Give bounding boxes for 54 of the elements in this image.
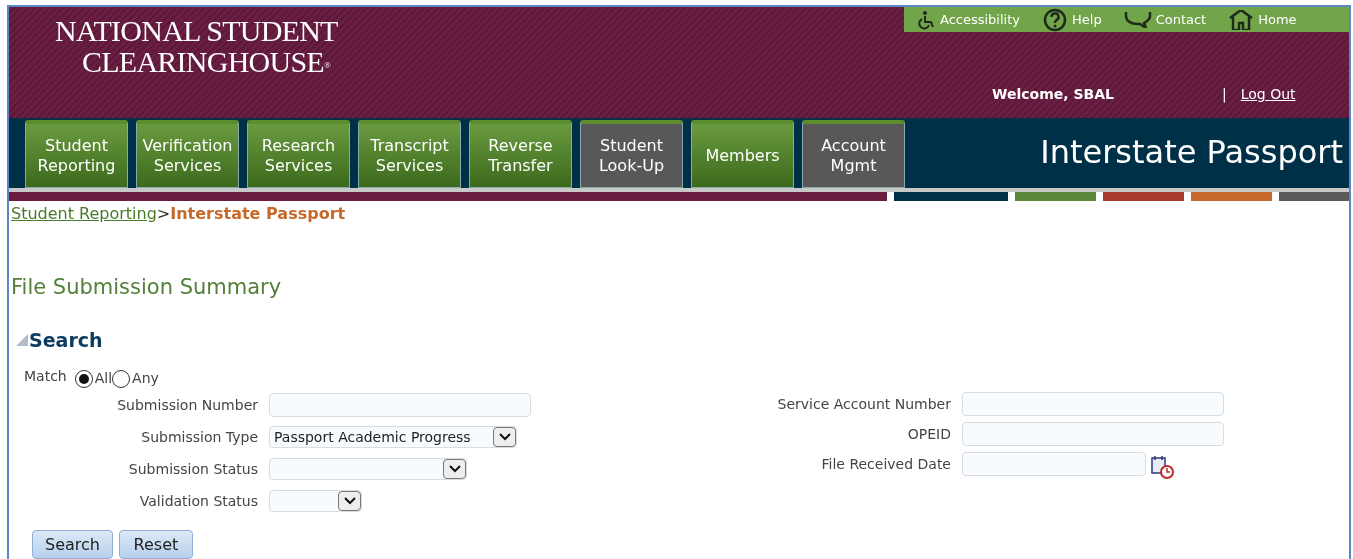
dropdown-field[interactable]: Passport Academic Progress: [269, 426, 517, 448]
nav-tab[interactable]: Members: [691, 120, 794, 188]
dropdown-value: Passport Academic Progress: [273, 427, 472, 447]
nav-tab[interactable]: Account Mgmt: [802, 120, 905, 188]
chevron-down-icon[interactable]: [443, 459, 466, 479]
radio-option[interactable]: All: [74, 368, 113, 389]
section-heading: Search: [29, 327, 103, 353]
field-label: OPEID: [906, 424, 952, 444]
logo-text: CLEARINGHOUSE$^{®}$: [81, 47, 332, 77]
nav-tab[interactable]: Student Reporting: [25, 120, 128, 188]
match-label: Match: [24, 367, 67, 386]
speech-bubble-icon: [1123, 11, 1152, 28]
chevron-down-icon[interactable]: [338, 491, 361, 511]
radio-option[interactable]: Any: [112, 368, 159, 389]
text-field[interactable]: [962, 422, 1224, 446]
dropdown-field[interactable]: [269, 458, 467, 480]
breadcrumb-current: Interstate Passport: [170, 204, 346, 224]
form-button[interactable]: Search: [32, 530, 113, 559]
color-stripe: [1279, 192, 1349, 201]
field-label: Service Account Number: [776, 394, 952, 414]
breadcrumb-separator: >: [156, 204, 171, 224]
text-field[interactable]: [962, 392, 1224, 416]
help-icon: [1042, 7, 1068, 32]
logo-text: NATIONAL STUDENT: [55, 15, 339, 47]
field-label: Submission Number: [116, 395, 259, 415]
nav-tab[interactable]: Research Services: [247, 120, 350, 188]
utility-link[interactable]: Accessibility: [916, 9, 1020, 30]
wheelchair-icon: [916, 9, 936, 30]
radio-button[interactable]: [112, 369, 131, 388]
separator-text: |: [1221, 85, 1227, 105]
home-icon: [1228, 9, 1255, 30]
page-title: File Submission Summary: [10, 274, 283, 301]
welcome-text: Welcome, SBAL: [992, 85, 1114, 104]
utility-link[interactable]: Help: [1042, 7, 1102, 32]
dropdown-field[interactable]: [269, 490, 362, 512]
field-label: Validation Status: [138, 491, 259, 511]
utility-link[interactable]: Home: [1228, 9, 1297, 30]
utility-link[interactable]: Contact: [1123, 11, 1207, 28]
nav-tab[interactable]: Reverse Transfer: [469, 120, 572, 188]
app-title: Interstate Passport: [1040, 132, 1343, 173]
form-button[interactable]: Reset: [118, 530, 193, 559]
logout-link[interactable]: Log Out: [1240, 84, 1296, 105]
text-field[interactable]: [962, 452, 1146, 476]
field-label: Submission Type: [140, 427, 259, 447]
field-label: Submission Status: [127, 459, 259, 479]
chevron-down-icon[interactable]: [493, 427, 516, 447]
nav-tab[interactable]: Verification Services: [136, 120, 239, 188]
nav-tab[interactable]: Transcript Services: [358, 120, 461, 188]
radio-button[interactable]: [74, 369, 93, 388]
breadcrumb-link[interactable]: Student Reporting: [11, 204, 157, 224]
field-label: File Received Date: [820, 454, 952, 474]
nav-tab[interactable]: Student Look-Up: [580, 120, 683, 188]
calendar-clock-icon[interactable]: [1150, 455, 1174, 479]
text-field[interactable]: [269, 393, 531, 417]
